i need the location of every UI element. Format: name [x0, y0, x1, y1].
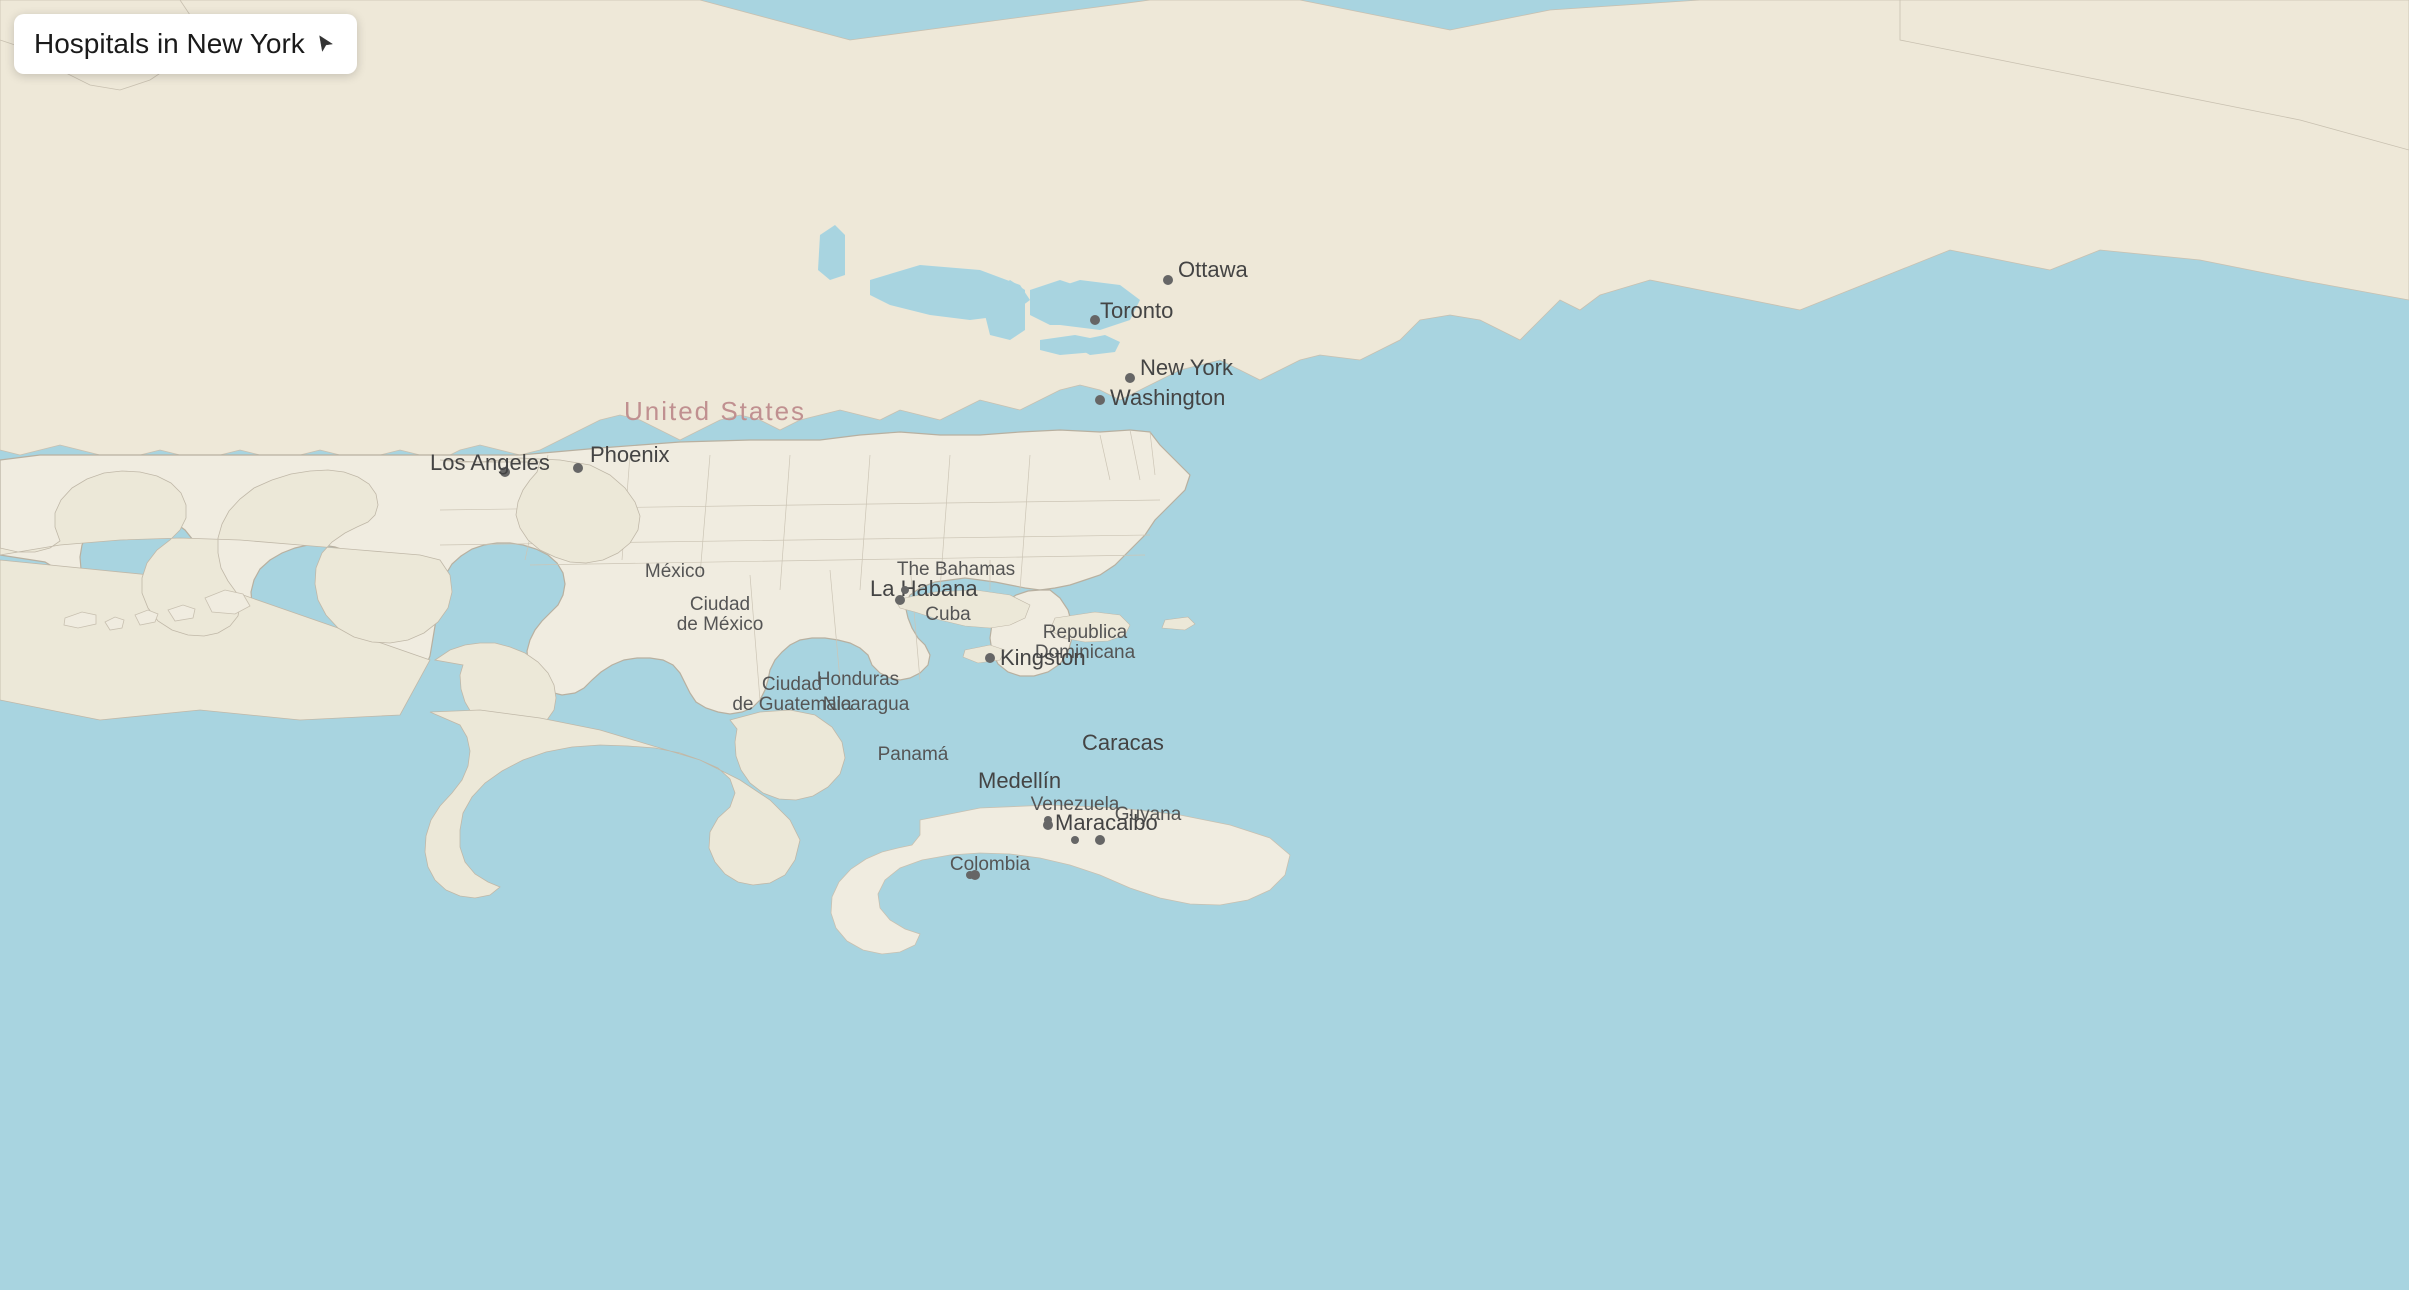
toronto-label: Toronto [1100, 298, 1173, 323]
ciudad-guatemala-label-2: de Guatemala [732, 694, 852, 715]
washington-label: Washington [1110, 385, 1225, 410]
new-york-label: New York [1140, 355, 1234, 380]
dominicana-label-1: Republica [1043, 622, 1128, 643]
map-svg: .ocean { fill: #a8d4e0; } .land { fill: … [0, 0, 2409, 1290]
medellin-label: Medellín [978, 768, 1061, 793]
us-label: United States [624, 396, 806, 426]
ottawa-label: Ottawa [1178, 257, 1248, 282]
caracas-label: Caracas [1082, 730, 1164, 755]
ciudad-guatemala-label-1: Ciudad [762, 674, 822, 695]
mexico-label: México [645, 561, 705, 582]
map-container[interactable]: .ocean { fill: #a8d4e0; } .land { fill: … [0, 0, 2409, 1290]
maracaibo-label: Maracaibo [1055, 810, 1158, 835]
los-angeles-label: Los Angeles [430, 450, 550, 475]
panama-label: Panamá [878, 744, 949, 765]
cuba-label: Cuba [925, 604, 971, 625]
ciudad-mexico-label-2: de México [677, 614, 764, 635]
search-input-text: Hospitals in New York [34, 28, 305, 60]
search-box[interactable]: Hospitals in New York [14, 14, 357, 74]
la-habana-label: La Habana [870, 576, 978, 601]
phoenix-label: Phoenix [590, 442, 670, 467]
honduras-label: Honduras [817, 669, 899, 690]
cursor-icon [315, 33, 337, 55]
colombia-label: Colombia [950, 854, 1031, 875]
ciudad-mexico-label-1: Ciudad [690, 594, 750, 615]
kingston-label: Kingston [1000, 645, 1086, 670]
